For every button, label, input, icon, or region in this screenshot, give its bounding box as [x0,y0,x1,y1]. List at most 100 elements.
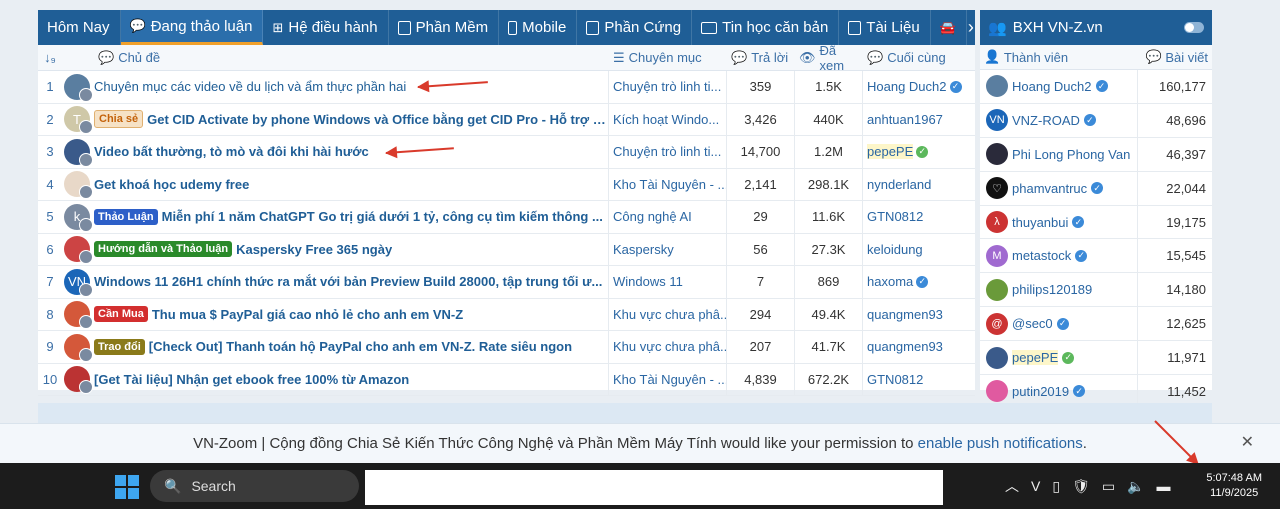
thread-title-link[interactable]: Video bất thường, tò mò và đôi khi hài h… [94,144,369,159]
taskbar-clock[interactable]: 5:07:48 AM 11/9/2025 [1206,471,1262,501]
thread-forum-link[interactable]: Khu vực chưa phâ... [609,331,727,363]
posts-column-header[interactable]: Bài viết [1165,50,1208,65]
speaker-icon[interactable]: 🔈 [1127,478,1144,495]
member-cell[interactable]: Hoang Duch2 ✓ [980,70,1138,103]
avatar[interactable] [64,236,93,265]
member-cell[interactable]: pepePE ✓ [980,341,1138,375]
tab-phan-mem[interactable]: Phần Mềm [389,10,500,45]
thread-last-poster[interactable]: GTN0812 [863,201,975,233]
tab-mobile[interactable]: Mobile [499,10,578,45]
table-row[interactable]: 10 [Get Tài liệu] Nhận get ebook free 10… [38,363,975,396]
display-icon[interactable]: ▭ [1102,478,1115,495]
thread-last-poster[interactable]: anhtuan1967 [863,104,975,136]
member-cell[interactable]: Phi Long Phong Van [980,137,1138,171]
leaderboard-row[interactable]: Hoang Duch2 ✓ 160,177 [980,70,1212,104]
member-cell[interactable]: philips120189 [980,273,1138,307]
member-cell[interactable]: λ thuyanbui ✓ [980,205,1138,239]
thread-forum-link[interactable]: Kaspersky [609,233,727,265]
leaderboard-row[interactable]: M metastock ✓ 15,545 [980,239,1212,274]
battery-icon[interactable]: ▬ [1157,478,1171,494]
thread-last-poster[interactable]: Hoang Duch2 ✓ [863,71,975,103]
sort-number-header[interactable]: ↓₉ [38,50,62,65]
thread-prefix-tag[interactable]: Hướng dẫn và Thảo luận [94,241,233,258]
thread-forum-link[interactable]: Chuyện trò linh ti... [609,71,727,103]
thread-title-link[interactable]: Get khoá học udemy free [94,177,249,192]
leaderboard-row[interactable]: @ @sec0 ✓ 12,625 [980,307,1212,342]
thread-title-link[interactable]: Kaspersky Free 365 ngày [236,242,392,257]
member-cell[interactable]: @ @sec0 ✓ [980,307,1138,341]
thread-last-poster[interactable]: nynderland [863,169,975,201]
chevron-up-icon[interactable]: ︿ [1005,476,1019,496]
member-cell[interactable]: M metastock ✓ [980,239,1138,273]
thread-prefix-tag[interactable]: Cần Mua [94,306,148,323]
thread-title-link[interactable]: Windows 11 26H1 chính thức ra mắt với bả… [94,274,602,289]
avatar[interactable] [64,366,93,395]
avatar[interactable] [64,171,93,200]
tab-hom-nay[interactable]: Hôm Nay [38,10,121,45]
thread-title-link[interactable]: [Get Tài liệu] Nhận get ebook free 100% … [94,372,409,387]
thread-prefix-tag[interactable]: Chia sẻ [94,110,144,129]
member-column-header[interactable]: Thành viên [1004,50,1068,65]
windows-start-icon[interactable] [115,475,139,499]
avatar[interactable] [64,138,93,167]
leaderboard-row[interactable]: λ thuyanbui ✓ 19,175 [980,205,1212,240]
table-row[interactable]: 3 Video bất thường, tò mò và đôi khi hài… [38,136,975,169]
thread-forum-link[interactable]: Kích hoạt Windo... [609,103,727,135]
member-cell[interactable]: VN VNZ-ROAD ✓ [980,103,1138,137]
tabs-scroll-right-button[interactable]: › [966,10,975,45]
tab-tai-lieu[interactable]: Tài Liệu [839,10,931,45]
tab-he-dieu-hanh[interactable]: ⊞ Hệ điều hành [263,10,389,45]
table-row[interactable]: 9 Trao đổi [Check Out] Thanh toán hộ Pay… [38,331,975,364]
thread-last-poster[interactable]: quangmen93 [863,299,975,331]
thread-title-link[interactable]: Thu mua $ PayPal giá cao nhỏ lẻ cho anh … [152,307,463,322]
thread-title-link[interactable]: Miễn phí 1 năm ChatGPT Go trị giá dưới 1… [162,209,603,224]
thread-last-poster[interactable]: keloidung [863,234,975,266]
thread-last-poster[interactable]: pepePE ✓ [863,136,975,168]
table-row[interactable]: 4 Get khoá học udemy free Kho Tài Nguyên… [38,168,975,201]
views-header[interactable]: 👁 Đã xem [795,43,863,73]
thread-prefix-tag[interactable]: Trao đổi [94,338,145,355]
avatar[interactable] [64,73,93,102]
thread-title-link[interactable]: Chuyên mục các video về du lịch và ẩm th… [94,79,406,94]
tab-phan-cung[interactable]: Phần Cứng [577,10,693,45]
replies-header[interactable]: 💬 Trả lời [727,50,795,66]
leaderboard-row[interactable]: ♡ phamvantruc ✓ 22,044 [980,171,1212,206]
table-row[interactable]: 7 VN Windows 11 26H1 chính thức ra mắt v… [38,266,975,299]
security-shield-icon[interactable]: 🛡 [1072,478,1090,495]
avatar[interactable] [64,333,93,362]
leaderboard-row[interactable]: VN VNZ-ROAD ✓ 48,696 [980,103,1212,138]
avatar[interactable]: k [64,203,93,232]
leaderboard-row[interactable]: Phi Long Phong Van 46,397 [980,137,1212,172]
thread-last-poster[interactable]: quangmen93 [863,331,975,363]
thread-forum-link[interactable]: Kho Tài Nguyên - ... [609,168,727,200]
tab-car[interactable]: 🚘 [931,10,967,45]
thread-forum-link[interactable]: Công nghệ AI [609,201,727,233]
thread-forum-link[interactable]: Chuyện trò linh ti... [609,136,727,168]
last-header[interactable]: 💬 Cuối cùng [863,50,975,66]
avatar[interactable]: T [64,106,93,135]
tab-dang-thao-luan[interactable]: 💬 Đang thảo luận [120,10,264,45]
taskbar-search[interactable]: 🔍 Search [150,470,359,502]
avatar[interactable] [64,301,93,330]
table-row[interactable]: 2 T Chia sẻ Get CID Activate by phone Wi… [38,103,975,136]
thread-forum-link[interactable]: Khu vực chưa phâ... [609,298,727,330]
title-header[interactable]: 💬 Chủ đề [62,50,609,66]
thread-title-link[interactable]: Get CID Activate by phone Windows và Off… [147,112,608,127]
thread-forum-link[interactable]: Windows 11 [609,266,727,298]
thread-last-poster[interactable]: GTN0812 [863,364,975,396]
close-icon[interactable]: ✕ [1241,432,1254,452]
table-row[interactable]: 1 Chuyên mục các video về du lịch và ẩm … [38,71,975,104]
enable-push-link[interactable]: enable push notifications [918,435,1083,452]
thread-forum-link[interactable]: Kho Tài Nguyên - ... [609,363,727,395]
avatar[interactable]: VN [64,268,93,297]
forum-header[interactable]: ☰ Chuyên mục [609,50,727,66]
table-row[interactable]: 6 Hướng dẫn và Thảo luận Kaspersky Free … [38,233,975,266]
thread-title-link[interactable]: [Check Out] Thanh toán hộ PayPal cho anh… [149,339,572,354]
vpn-icon[interactable]: V [1031,478,1040,494]
leaderboard-row[interactable]: philips120189 14,180 [980,273,1212,308]
table-row[interactable]: 8 Cần Mua Thu mua $ PayPal giá cao nhỏ l… [38,298,975,331]
thread-last-poster[interactable]: haxoma ✓ [863,266,975,298]
usb-icon[interactable]: ▯ [1052,478,1060,495]
tab-tin-hoc-can-ban[interactable]: Tin học căn bản [692,10,840,45]
table-row[interactable]: 5 k Thảo Luận Miễn phí 1 năm ChatGPT Go … [38,201,975,234]
